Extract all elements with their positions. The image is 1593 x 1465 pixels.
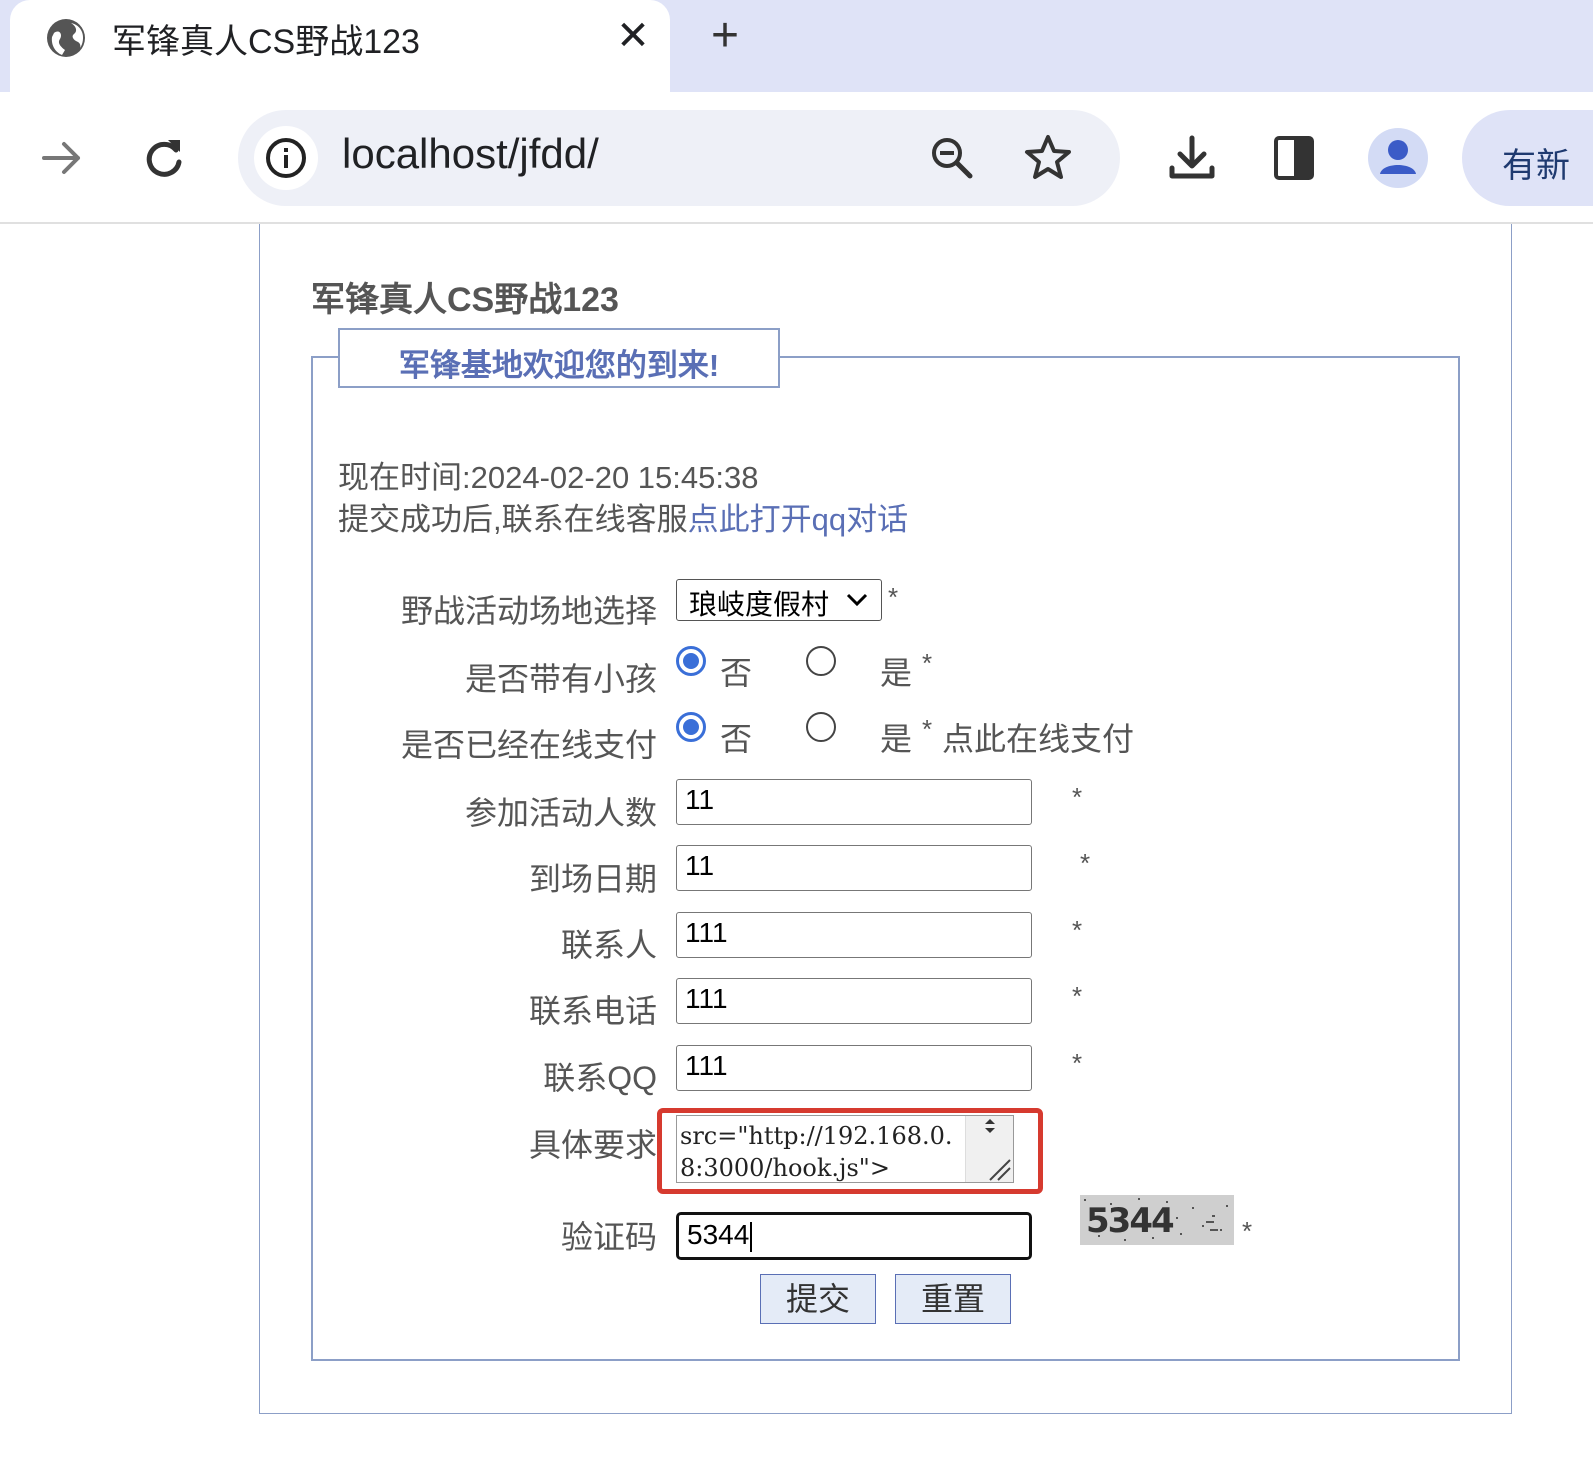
qq-chat-link[interactable]: 点此打开qq对话: [688, 502, 908, 537]
children-required-mark: *: [922, 648, 933, 678]
paid-required-mark: *: [922, 714, 933, 744]
qq-input[interactable]: 111: [676, 1045, 1032, 1091]
qq-label: 联系QQ: [543, 1060, 657, 1096]
captcha-input[interactable]: 5344: [676, 1212, 1032, 1260]
contact-name-input[interactable]: 111: [676, 912, 1032, 958]
contact-label: 联系人: [560, 927, 657, 963]
url-text[interactable]: localhost/jfdd/: [342, 130, 599, 178]
venue-select[interactable]: 琅岐度假村: [676, 579, 882, 621]
side-panel-icon[interactable]: [1268, 132, 1320, 184]
contact-hint-text: 提交成功后,联系在线客服: [338, 502, 688, 537]
captcha-required-mark: *: [1242, 1216, 1253, 1246]
reload-icon[interactable]: [138, 132, 190, 184]
new-tab-button[interactable]: +: [700, 12, 750, 62]
contact-hint: 提交成功后,联系在线客服点此打开qq对话: [338, 494, 908, 539]
tab-strip: 军锋真人CS野战123 ✕ +: [0, 0, 1593, 92]
online-pay-link[interactable]: 点此在线支付: [942, 714, 1134, 760]
close-tab-button[interactable]: ✕: [610, 14, 656, 60]
venue-required-mark: *: [888, 582, 899, 612]
people-label: 参加活动人数: [464, 795, 657, 831]
arrival-date-input[interactable]: 11: [676, 845, 1032, 891]
venue-label: 野战活动场地选择: [400, 593, 657, 629]
browser-toolbar: localhost/jfdd/ 有新: [0, 92, 1593, 224]
paid-label: 是否已经在线支付: [400, 727, 657, 763]
info-icon: [266, 138, 306, 178]
zoom-icon[interactable]: [928, 134, 976, 182]
download-icon[interactable]: [1166, 132, 1218, 184]
captcha-label: 验证码: [560, 1219, 657, 1255]
paid-yes-label: 是: [880, 721, 913, 757]
captcha-text: 5344: [1086, 1201, 1175, 1241]
phone-input[interactable]: 111: [676, 978, 1032, 1024]
captcha-image[interactable]: 5344: [1080, 1195, 1234, 1245]
children-yes-label: 是: [880, 655, 913, 691]
contact-required-mark: *: [1072, 915, 1083, 945]
update-label: 有新: [1502, 147, 1570, 185]
page-title: 军锋真人CS野战123: [311, 281, 619, 319]
reset-button[interactable]: 重置: [895, 1274, 1011, 1324]
requirement-label: 具体要求: [528, 1127, 657, 1163]
children-yes-radio[interactable]: [806, 646, 836, 676]
current-time: 现在时间:2024-02-20 15:45:38: [338, 460, 759, 495]
text-caret: [750, 1221, 753, 1252]
active-tab[interactable]: 军锋真人CS野战123 ✕: [10, 0, 670, 92]
venue-selected-value: 琅岐度假村: [689, 589, 830, 620]
submit-button[interactable]: 提交: [760, 1274, 876, 1324]
children-no-radio[interactable]: [676, 646, 706, 676]
paid-yes-radio[interactable]: [806, 712, 836, 742]
paid-no-label: 否: [720, 721, 753, 757]
address-bar[interactable]: localhost/jfdd/: [238, 110, 1120, 206]
date-required-mark: *: [1080, 848, 1091, 878]
children-label: 是否带有小孩: [464, 661, 657, 697]
update-button[interactable]: 有新: [1462, 110, 1593, 206]
qq-required-mark: *: [1072, 1048, 1083, 1078]
tab-title: 军锋真人CS野战123: [112, 23, 420, 61]
children-no-label: 否: [720, 655, 753, 691]
profile-avatar[interactable]: [1368, 128, 1428, 188]
bookmark-star-icon[interactable]: [1023, 132, 1073, 182]
user-icon: [1380, 140, 1416, 174]
globe-icon: [47, 19, 85, 57]
legend-text: 军锋基地欢迎您的到来!: [398, 348, 720, 383]
phone-label: 联系电话: [528, 993, 657, 1029]
people-required-mark: *: [1072, 782, 1083, 812]
forward-icon[interactable]: [36, 132, 88, 184]
fieldset-legend: 军锋基地欢迎您的到来!: [338, 328, 780, 388]
captcha-input-value: 5344: [687, 1219, 750, 1250]
highlight-box: [657, 1108, 1043, 1194]
chevron-down-icon: [846, 593, 868, 607]
people-count-input[interactable]: 11: [676, 779, 1032, 825]
phone-required-mark: *: [1072, 981, 1083, 1011]
date-label: 到场日期: [528, 861, 657, 897]
paid-no-radio[interactable]: [676, 712, 706, 742]
site-info-button[interactable]: [254, 126, 318, 190]
